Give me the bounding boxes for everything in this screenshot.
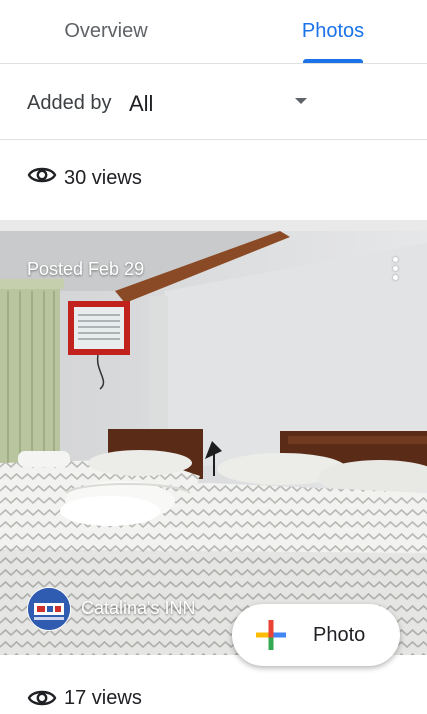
tab-overview-label: Overview <box>64 20 148 42</box>
add-photo-label: Photo <box>313 624 366 646</box>
photo-author[interactable]: Catalina's INN <box>27 587 247 631</box>
added-by-dropdown[interactable]: All <box>121 78 321 126</box>
tab-selected-indicator <box>303 59 363 63</box>
tab-overview[interactable]: Overview <box>13 0 199 63</box>
added-by-filter-row: Added by All <box>0 64 427 140</box>
more-vert-icon[interactable] <box>382 253 410 285</box>
eye-icon <box>27 164 57 191</box>
tab-photos[interactable]: Photos <box>274 0 392 63</box>
eye-icon <box>27 687 57 714</box>
google-plus-icon <box>256 620 286 655</box>
tab-bar: Overview Photos <box>0 0 427 64</box>
next-photo-views-row: 17 views <box>0 670 427 709</box>
views-count: 30 views <box>64 167 142 189</box>
photo-views-row: 30 views <box>0 140 427 220</box>
tab-photos-label: Photos <box>301 20 365 42</box>
posted-date: Posted Feb 29 <box>27 259 145 279</box>
added-by-label: Added by <box>27 92 112 114</box>
dropdown-arrow-icon <box>295 98 307 104</box>
avatar <box>27 587 71 631</box>
divider <box>0 220 427 231</box>
added-by-value: All <box>129 91 154 116</box>
hotel-logo-icon <box>28 588 70 630</box>
add-photo-button[interactable]: Photo <box>232 604 400 666</box>
author-name: Catalina's INN <box>81 598 196 618</box>
hotel-room-photo[interactable]: Posted Feb 29 Catalina's INN <box>0 231 427 655</box>
views-count: 17 views <box>64 687 142 709</box>
